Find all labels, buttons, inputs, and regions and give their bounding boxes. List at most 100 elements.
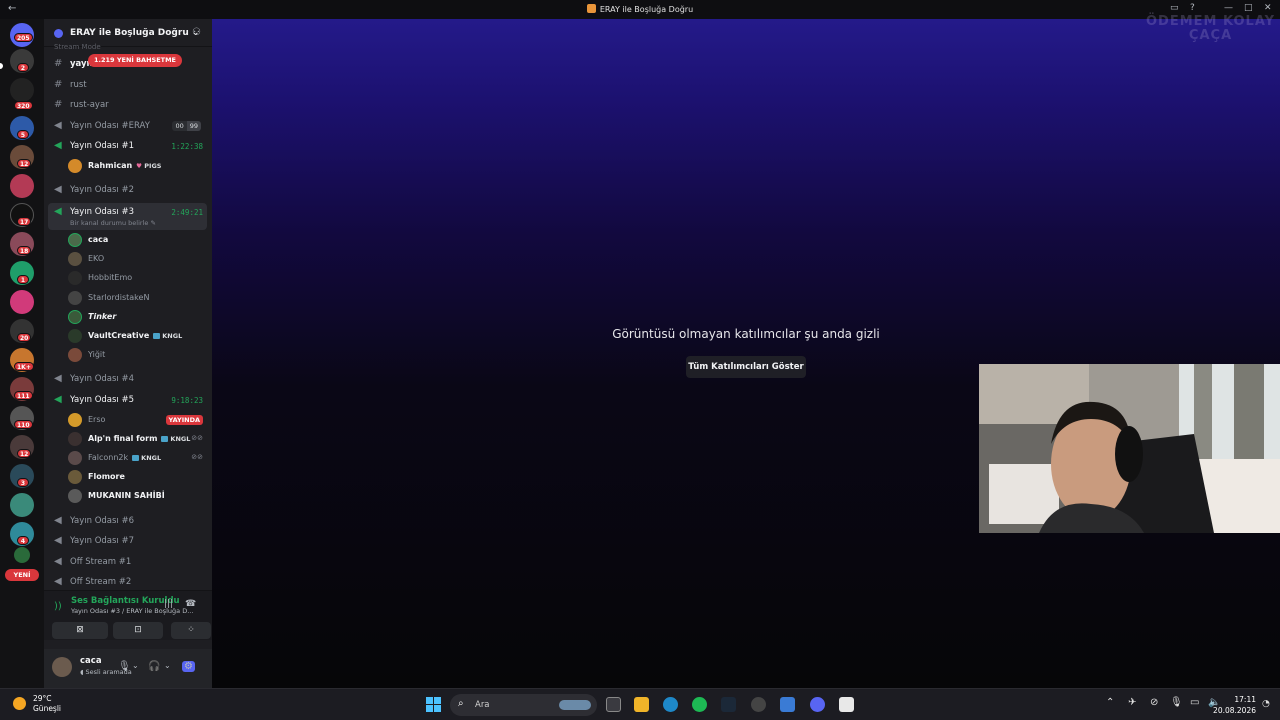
- channel-panel: ERAY ile Boşluğa Doğru ⌄ ⚇ Stream Mode #…: [44, 19, 212, 688]
- server-icon[interactable]: [14, 547, 30, 563]
- task-view-icon[interactable]: [606, 697, 621, 712]
- speaker-icon: ◀: [54, 515, 62, 526]
- voice-user[interactable]: Falconn2k KNGL ⊘⊘: [68, 449, 207, 468]
- new-servers-tag[interactable]: YENİ: [5, 569, 39, 581]
- close-icon[interactable]: ✕: [1264, 3, 1272, 13]
- speaker-icon: ◀: [54, 140, 62, 151]
- camera-off-button[interactable]: ⊠: [52, 622, 108, 639]
- voice-user[interactable]: StarlordistakeN: [68, 289, 207, 308]
- maximize-icon[interactable]: □: [1244, 3, 1253, 13]
- unread-badge: 3: [17, 478, 29, 487]
- unread-badge: 12: [17, 449, 32, 458]
- channel-yayin-odasi-1[interactable]: ◀ Yayın Odası #1 1:22:38: [48, 137, 207, 156]
- camera-off-icon: ⊠: [76, 625, 84, 635]
- live-badge: YAYINDA: [165, 415, 203, 425]
- activities-button[interactable]: ⁘: [171, 622, 211, 639]
- channel-yayin-odasi-2[interactable]: ◀ Yayın Odası #2: [48, 181, 207, 200]
- spotify-icon[interactable]: [692, 697, 707, 712]
- minimize-icon[interactable]: —: [1224, 3, 1233, 13]
- noise-suppression-icon[interactable]: |||: [164, 599, 173, 609]
- show-all-participants-button[interactable]: Tüm Katılımcıları Göster: [686, 356, 806, 378]
- unread-pill: [0, 63, 3, 69]
- voice-user[interactable]: EKO: [68, 250, 207, 269]
- notification-bell-icon[interactable]: ◔: [1262, 699, 1270, 709]
- channel-yayin-odasi-6[interactable]: ◀ Yayın Odası #6: [48, 512, 207, 531]
- app-icon[interactable]: [751, 697, 766, 712]
- avatar[interactable]: [52, 657, 72, 677]
- channel-yayin-odasi-5[interactable]: ◀ Yayın Odası #5 9:18:23: [48, 391, 207, 410]
- account-name: caca: [80, 656, 102, 666]
- webcam-image: [979, 364, 1280, 533]
- window-title: ERAY ile Boşluğa Doğru: [0, 4, 1280, 14]
- search-icon: ⌕: [458, 698, 464, 709]
- avatar: [68, 233, 82, 247]
- speaker-icon: ◀: [54, 556, 62, 567]
- channel-rust-ayar[interactable]: # rust-ayar: [48, 96, 207, 115]
- channel-yayin-odasi-7[interactable]: ◀ Yayın Odası #7: [48, 532, 207, 551]
- call-timer: 9:18:23: [171, 396, 203, 405]
- microphone-icon[interactable]: 🎙: [118, 661, 131, 672]
- voice-user[interactable]: Tinker: [68, 308, 207, 327]
- voice-detail[interactable]: Yayın Odası #3 / ERAY ile Boşluğa D...: [71, 607, 193, 615]
- channel-off-stream-1[interactable]: ◀ Off Stream #1: [48, 553, 207, 572]
- chevron-down-icon[interactable]: ⌄: [132, 661, 139, 670]
- taskbar-search[interactable]: ⌕ Ara: [450, 694, 597, 716]
- discord-icon[interactable]: [810, 697, 825, 712]
- screen-share-icon: ⊡: [134, 625, 142, 635]
- edge-browser-icon[interactable]: [663, 697, 678, 712]
- guild-name: ERAY ile Boşluğa Doğru ⌄: [70, 28, 200, 38]
- system-clock[interactable]: 17:11 20.08.2026: [1213, 694, 1256, 716]
- share-screen-button[interactable]: ⊡: [113, 622, 163, 639]
- voice-user[interactable]: Erso YAYINDA: [68, 411, 207, 430]
- headphones-icon[interactable]: 🎧: [148, 661, 160, 672]
- capcut-icon[interactable]: [839, 697, 854, 712]
- inbox-icon[interactable]: ▭: [1170, 3, 1179, 13]
- channel-rust[interactable]: # rust: [48, 76, 207, 95]
- unread-badge: 4: [17, 536, 29, 545]
- channel-yayin-odasi-4[interactable]: ◀ Yayın Odası #4: [48, 370, 207, 389]
- voice-user[interactable]: Flomore: [68, 468, 207, 487]
- unread-badge: 1: [17, 275, 29, 284]
- webcam-overlay: [979, 364, 1280, 533]
- channel-status-hint[interactable]: Bir kanal durumu belirle ✎: [70, 219, 156, 227]
- voice-user[interactable]: Alp'n final form KNGL ⊘⊘: [68, 430, 207, 449]
- windows-start-icon[interactable]: [426, 697, 441, 712]
- unread-badge: 20: [17, 333, 32, 342]
- invite-user-icon[interactable]: ⚇: [192, 27, 201, 38]
- server-icon[interactable]: [10, 78, 34, 102]
- hash-icon: #: [54, 58, 63, 69]
- channel-yayin-odasi-eray[interactable]: ◀ Yayın Odası #ERAY 00 99: [48, 117, 207, 136]
- server-icon[interactable]: [10, 493, 34, 517]
- voice-user[interactable]: HobbitEmo: [68, 269, 207, 288]
- notepad-icon[interactable]: [780, 697, 795, 712]
- clan-tag-icon: [132, 455, 140, 461]
- server-rail: 205 2 320 5 12 17 18 1 20 1K+ 111 110 12…: [0, 19, 44, 688]
- voice-user[interactable]: Yiğit: [68, 346, 207, 365]
- avatar: [68, 451, 82, 465]
- chevron-down-icon[interactable]: ⌄: [164, 661, 171, 670]
- disconnect-icon[interactable]: ☎: [185, 599, 196, 609]
- chevron-up-icon[interactable]: ⌃: [1106, 697, 1114, 708]
- speaker-icon: ◀: [54, 206, 62, 217]
- microphone-tray-icon[interactable]: 🎙: [1170, 697, 1183, 708]
- steam-tray-icon[interactable]: ✈: [1128, 697, 1136, 708]
- file-explorer-icon[interactable]: [634, 697, 649, 712]
- voice-user[interactable]: Rahmican ♥ PIGS: [68, 157, 207, 176]
- voice-user[interactable]: VaultCreative KNGL: [68, 327, 207, 346]
- guild-boost-icon: [54, 29, 63, 38]
- unread-badge: 1K+: [14, 362, 34, 371]
- new-mentions-badge[interactable]: 1.219 YENİ BAHSETME: [88, 54, 182, 67]
- voice-user[interactable]: caca: [68, 231, 207, 250]
- channel-yayin-odasi-3[interactable]: ◀ Yayın Odası #3 2:49:21 Bir kanal durumu b…: [48, 203, 207, 230]
- app-icon: [586, 4, 596, 13]
- voice-user[interactable]: MUKANIN SAHİBİ: [68, 487, 207, 506]
- avatar: [68, 470, 82, 484]
- server-icon[interactable]: [10, 174, 34, 198]
- server-icon[interactable]: [10, 290, 34, 314]
- settings-gear-icon[interactable]: ⚙: [182, 661, 195, 672]
- help-icon[interactable]: ?: [1190, 3, 1195, 13]
- network-off-icon[interactable]: ⊘: [1150, 697, 1158, 708]
- display-icon[interactable]: ▭: [1190, 697, 1199, 708]
- steam-icon[interactable]: [721, 697, 736, 712]
- account-panel: caca ◖ Sesli aramada 🎙 ⌄ 🎧 ⌄ ⚙: [44, 649, 212, 688]
